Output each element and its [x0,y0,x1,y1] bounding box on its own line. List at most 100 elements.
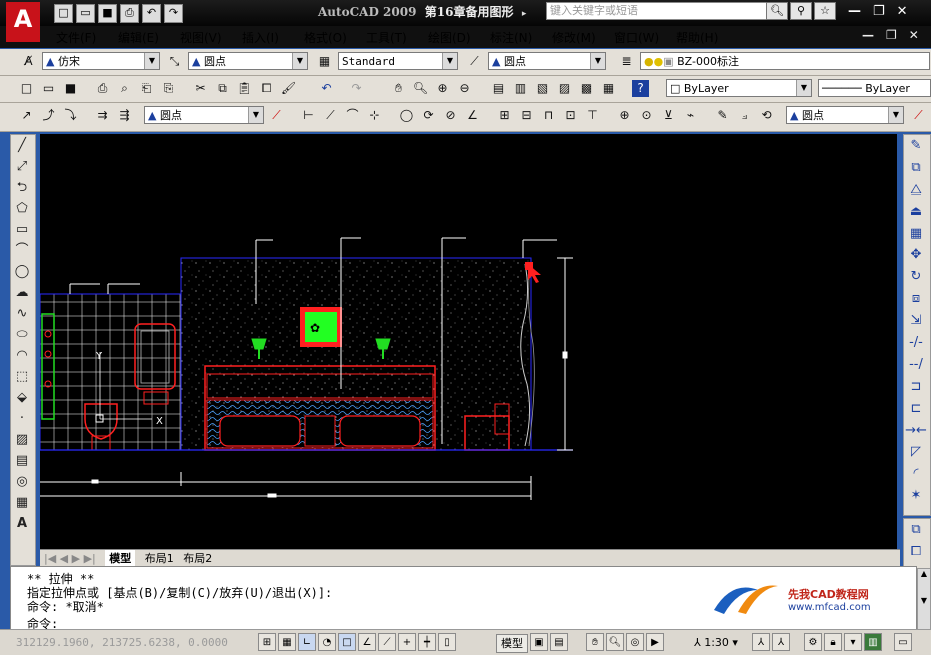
design-center-icon[interactable]: ▥ [512,80,529,97]
quick-dim-icon[interactable]: ⊞ [496,107,513,124]
layer-manager-icon[interactable]: ≣ [618,53,635,70]
plot-icon[interactable]: ⎙ [94,80,111,97]
dim-style-icon[interactable]: ⤡ [166,53,183,70]
doc-restore-icon[interactable]: ❐ [886,28,897,42]
subscription-icon[interactable]: ⚲ [790,2,812,20]
copy-base-icon[interactable]: ⧠ [258,80,275,97]
fillet-icon[interactable]: ◜ [904,463,928,485]
region-icon[interactable]: ◎ [11,471,33,492]
tool-palettes-icon[interactable]: ▧ [534,80,551,97]
remove-leader-icon[interactable]: ⤵ [62,107,79,124]
menu-view[interactable]: 视图(V) [180,29,242,46]
multileader-icon[interactable]: ⤴ [40,107,57,124]
chevron-down-icon[interactable]: ▼ [590,53,605,69]
polygon-icon[interactable]: ⬠ [11,198,33,219]
construction-line-icon[interactable]: ⤢ [11,156,33,177]
pan-status-icon[interactable]: ✋︎ [586,633,604,651]
menu-dimension[interactable]: 标注(N) [490,29,552,46]
table-style-icon[interactable]: ▦ [316,53,333,70]
annotation-scale[interactable]: ⅄ 1:30 ▾ [694,634,738,651]
tab-layout2[interactable]: 布局2 [183,550,212,566]
cut-icon[interactable]: ✂ [192,80,209,97]
move-icon[interactable]: ✥ [904,244,928,266]
doc-minimize-icon[interactable]: — [862,28,874,42]
chevron-down-icon[interactable]: ▼ [248,107,263,123]
erase-icon[interactable]: ✎ [904,135,928,157]
ortho-icon[interactable]: ∟ [298,633,316,651]
break-at-point-icon[interactable]: ⊐ [904,376,928,398]
paste-icon[interactable]: 📋︎ [236,80,253,97]
color-combo[interactable]: □ ByLayer ▼ [666,79,812,97]
chevron-down-icon[interactable]: ▼ [144,53,159,69]
multileader-style-icon[interactable]: ⟋ [466,53,483,70]
gradient-icon[interactable]: ▤ [11,450,33,471]
polyline-icon[interactable]: ⮌ [11,177,33,198]
zoom-previous-icon[interactable]: ⊖ [456,80,473,97]
redo-icon[interactable]: ↷ [164,4,183,23]
break-icon[interactable]: ⊏ [904,398,928,420]
minimize-icon[interactable]: — [848,4,861,19]
stretch-icon[interactable]: ⇲ [904,310,928,332]
angular-dim-icon[interactable]: ∠ [464,107,481,124]
quick-view-drawings-icon[interactable]: ▤ [550,633,568,651]
offset-icon[interactable]: ⏏ [904,201,928,223]
snap-icon[interactable]: ⊞ [258,633,276,651]
quick-calc-icon[interactable]: ▦ [600,80,617,97]
join-icon[interactable]: →← [904,420,928,442]
menu-window[interactable]: 窗口(W) [614,29,676,46]
chamfer-icon[interactable]: ◸ [904,441,928,463]
workspace-switch-icon[interactable]: ⚙ [804,633,822,651]
auto-scale-icon[interactable]: ⅄ [772,633,790,651]
arc-icon[interactable]: ⌒ [11,240,33,261]
dyn-icon[interactable]: + [398,633,416,651]
continue-dim-icon[interactable]: ⊓ [540,107,557,124]
tab-layout1[interactable]: 布局1 [145,550,174,566]
chevron-down-icon[interactable]: ▼ [292,53,307,69]
text-style-combo[interactable]: Standard ▼ [338,52,458,70]
zoom-realtime-icon[interactable]: 🔍︎ [412,80,429,97]
ducs-icon[interactable]: ⟋ [378,633,396,651]
vertical-dimension[interactable] [557,257,573,451]
menu-file[interactable]: 文件(F) [56,29,118,46]
hatch-icon[interactable]: ▨ [11,429,33,450]
scale-icon[interactable]: ⧈ [904,288,928,310]
fullscreen-icon[interactable]: ▭ [894,633,912,651]
ellipse-arc-icon[interactable]: ◠ [11,345,33,366]
sheet-set-icon[interactable]: ▨ [556,80,573,97]
zoom-window-icon[interactable]: ⊕ [434,80,451,97]
search-icon[interactable]: 🔍︎ [766,2,788,20]
pan-icon[interactable]: ✋︎ [390,80,407,97]
save-icon[interactable]: ■ [98,4,117,23]
otrack-icon[interactable]: ∠ [358,633,376,651]
insert-block-icon[interactable]: ⬚ [11,366,33,387]
send-back-icon[interactable]: ⧠ [904,541,928,563]
open-file-icon[interactable]: ▭ [40,80,57,97]
open-icon[interactable]: ▭ [76,4,95,23]
circle-icon[interactable]: ◯ [11,261,33,282]
match-properties-icon[interactable]: 🖌︎ [280,80,297,97]
menu-tools[interactable]: 工具(T) [366,29,428,46]
align-leader-icon[interactable]: ⇉ [94,107,111,124]
linear-dim-icon[interactable]: ⊢ [300,107,317,124]
app-logo[interactable]: A [6,2,40,42]
3d-print-icon[interactable]: ⎘ [160,80,177,97]
baseline-dim-icon[interactable]: ⊟ [518,107,535,124]
properties-icon[interactable]: ▤ [490,80,507,97]
chevron-down-icon[interactable]: ▼ [888,107,903,123]
inspection-icon[interactable]: ⊻ [660,107,677,124]
point-icon[interactable]: · [11,408,33,429]
new-icon[interactable]: □ [54,4,73,23]
help-icon[interactable]: ? [632,80,649,97]
save-file-icon[interactable]: ■ [62,80,79,97]
maximize-icon[interactable]: ❐ [873,4,885,19]
markup-icon[interactable]: ▩ [578,80,595,97]
bed-headboard[interactable] [204,365,436,451]
point-style-combo[interactable]: ▲ 圆点 ▼ [188,52,308,70]
tab-nav-arrows[interactable]: |◀ ◀ ▶ ▶| [44,552,96,565]
showmotion-icon[interactable]: ▶ [646,633,664,651]
explode-icon[interactable]: ✶ [904,485,928,507]
ellipse-icon[interactable]: ⬭ [11,324,33,345]
quick-properties-icon[interactable]: ▯ [438,633,456,651]
rotate-icon[interactable]: ↻ [904,266,928,288]
leader-style-manager-icon[interactable]: ⟋ [268,107,285,124]
